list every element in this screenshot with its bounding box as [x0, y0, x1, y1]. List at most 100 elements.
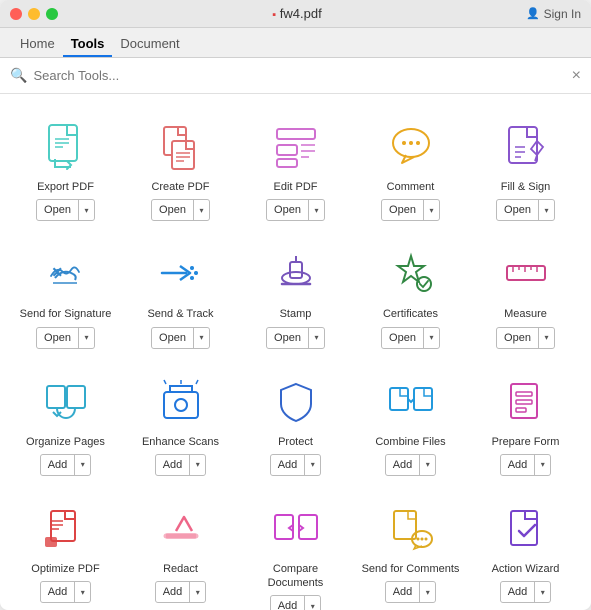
enhance-scans-add-btn[interactable]: Add [156, 455, 190, 475]
redact-icon [153, 500, 209, 556]
tool-name-compare-docs: Compare Documents [246, 562, 345, 591]
combine-files-btn-group[interactable]: Add ▾ [385, 454, 437, 476]
tool-create-pdf[interactable]: Create PDF Open ▾ [123, 104, 238, 231]
nav-home[interactable]: Home [12, 32, 63, 57]
comment-open-btn[interactable]: Open [382, 200, 423, 220]
tool-organize-pages[interactable]: Organize Pages Add ▾ [8, 359, 123, 486]
tool-prepare-form[interactable]: Prepare Form Add ▾ [468, 359, 583, 486]
send-track-dropdown-btn[interactable]: ▾ [193, 328, 209, 348]
protect-dropdown-btn[interactable]: ▾ [304, 455, 320, 475]
edit-pdf-dropdown-btn[interactable]: ▾ [308, 200, 324, 220]
redact-dropdown-btn[interactable]: ▾ [189, 582, 205, 602]
compare-docs-btn-group[interactable]: Add ▾ [270, 595, 322, 610]
prepare-form-dropdown-btn[interactable]: ▾ [534, 455, 550, 475]
tool-send-track[interactable]: Send & Track Open ▾ [123, 231, 238, 358]
maximize-button[interactable] [46, 8, 58, 20]
tool-measure[interactable]: Measure Open ▾ [468, 231, 583, 358]
send-signature-open-btn[interactable]: Open [37, 328, 78, 348]
optimize-pdf-icon [38, 500, 94, 556]
organize-pages-add-btn[interactable]: Add [41, 455, 75, 475]
enhance-scans-dropdown-btn[interactable]: ▾ [189, 455, 205, 475]
certificates-open-btn[interactable]: Open [382, 328, 423, 348]
send-signature-btn-group[interactable]: Open ▾ [36, 327, 95, 349]
tool-name-enhance-scans: Enhance Scans [142, 435, 219, 449]
protect-add-btn[interactable]: Add [271, 455, 305, 475]
measure-open-btn[interactable]: Open [497, 328, 538, 348]
comment-btn-group[interactable]: Open ▾ [381, 199, 440, 221]
create-pdf-dropdown-btn[interactable]: ▾ [193, 200, 209, 220]
tool-enhance-scans[interactable]: Enhance Scans Add ▾ [123, 359, 238, 486]
sign-in-button[interactable]: 👤 Sign In [526, 7, 581, 21]
tool-optimize-pdf[interactable]: Optimize PDF Add ▾ [8, 486, 123, 610]
nav-tools[interactable]: Tools [63, 32, 113, 57]
combine-files-dropdown-btn[interactable]: ▾ [419, 455, 435, 475]
nav-document[interactable]: Document [112, 32, 187, 57]
action-wizard-dropdown-btn[interactable]: ▾ [534, 582, 550, 602]
comment-icon [383, 118, 439, 174]
tool-compare-docs[interactable]: Compare Documents Add ▾ [238, 486, 353, 610]
send-track-btn-group[interactable]: Open ▾ [151, 327, 210, 349]
certificates-dropdown-btn[interactable]: ▾ [423, 328, 439, 348]
measure-dropdown-btn[interactable]: ▾ [538, 328, 554, 348]
action-wizard-add-btn[interactable]: Add [501, 582, 535, 602]
export-pdf-dropdown-btn[interactable]: ▾ [78, 200, 94, 220]
close-search-button[interactable]: × [572, 67, 581, 85]
prepare-form-btn-group[interactable]: Add ▾ [500, 454, 552, 476]
edit-pdf-icon [268, 118, 324, 174]
redact-btn-group[interactable]: Add ▾ [155, 581, 207, 603]
edit-pdf-open-btn[interactable]: Open [267, 200, 308, 220]
export-pdf-open-btn[interactable]: Open [37, 200, 78, 220]
minimize-button[interactable] [28, 8, 40, 20]
tool-redact[interactable]: Redact Add ▾ [123, 486, 238, 610]
tool-name-fill-sign: Fill & Sign [501, 180, 551, 194]
optimize-pdf-add-btn[interactable]: Add [41, 582, 75, 602]
tool-send-comments[interactable]: Send for Comments Add ▾ [353, 486, 468, 610]
tool-fill-sign[interactable]: Fill & Sign Open ▾ [468, 104, 583, 231]
redact-add-btn[interactable]: Add [156, 582, 190, 602]
close-button[interactable] [10, 8, 22, 20]
send-signature-dropdown-btn[interactable]: ▾ [78, 328, 94, 348]
send-track-open-btn[interactable]: Open [152, 328, 193, 348]
compare-docs-add-btn[interactable]: Add [271, 596, 305, 610]
organize-pages-btn-group[interactable]: Add ▾ [40, 454, 92, 476]
tool-protect[interactable]: Protect Add ▾ [238, 359, 353, 486]
enhance-scans-btn-group[interactable]: Add ▾ [155, 454, 207, 476]
combine-files-add-btn[interactable]: Add [386, 455, 420, 475]
protect-btn-group[interactable]: Add ▾ [270, 454, 322, 476]
search-input[interactable] [33, 68, 565, 83]
tool-comment[interactable]: Comment Open ▾ [353, 104, 468, 231]
certificates-btn-group[interactable]: Open ▾ [381, 327, 440, 349]
export-pdf-btn-group[interactable]: Open ▾ [36, 199, 95, 221]
main-window: ▪ fw4.pdf 👤 Sign In Home Tools Document … [0, 0, 591, 610]
create-pdf-btn-group[interactable]: Open ▾ [151, 199, 210, 221]
tool-stamp[interactable]: Stamp Open ▾ [238, 231, 353, 358]
tool-edit-pdf[interactable]: Edit PDF Open ▾ [238, 104, 353, 231]
stamp-dropdown-btn[interactable]: ▾ [308, 328, 324, 348]
stamp-btn-group[interactable]: Open ▾ [266, 327, 325, 349]
organize-pages-dropdown-btn[interactable]: ▾ [74, 455, 90, 475]
fill-sign-btn-group[interactable]: Open ▾ [496, 199, 555, 221]
send-comments-btn-group[interactable]: Add ▾ [385, 581, 437, 603]
tool-name-prepare-form: Prepare Form [492, 435, 560, 449]
optimize-pdf-btn-group[interactable]: Add ▾ [40, 581, 92, 603]
send-comments-dropdown-btn[interactable]: ▾ [419, 582, 435, 602]
tool-certificates[interactable]: Certificates Open ▾ [353, 231, 468, 358]
stamp-open-btn[interactable]: Open [267, 328, 308, 348]
edit-pdf-btn-group[interactable]: Open ▾ [266, 199, 325, 221]
optimize-pdf-dropdown-btn[interactable]: ▾ [74, 582, 90, 602]
comment-dropdown-btn[interactable]: ▾ [423, 200, 439, 220]
prepare-form-add-btn[interactable]: Add [501, 455, 535, 475]
send-comments-add-btn[interactable]: Add [386, 582, 420, 602]
tool-export-pdf[interactable]: Export PDF Open ▾ [8, 104, 123, 231]
fill-sign-dropdown-btn[interactable]: ▾ [538, 200, 554, 220]
create-pdf-open-btn[interactable]: Open [152, 200, 193, 220]
tool-send-signature[interactable]: × Send for Signature Open ▾ [8, 231, 123, 358]
measure-btn-group[interactable]: Open ▾ [496, 327, 555, 349]
fill-sign-open-btn[interactable]: Open [497, 200, 538, 220]
action-wizard-btn-group[interactable]: Add ▾ [500, 581, 552, 603]
compare-docs-dropdown-btn[interactable]: ▾ [304, 596, 320, 610]
tool-action-wizard[interactable]: Action Wizard Add ▾ [468, 486, 583, 610]
tool-combine-files[interactable]: Combine Files Add ▾ [353, 359, 468, 486]
combine-files-icon [383, 373, 439, 429]
tool-name-redact: Redact [163, 562, 198, 576]
